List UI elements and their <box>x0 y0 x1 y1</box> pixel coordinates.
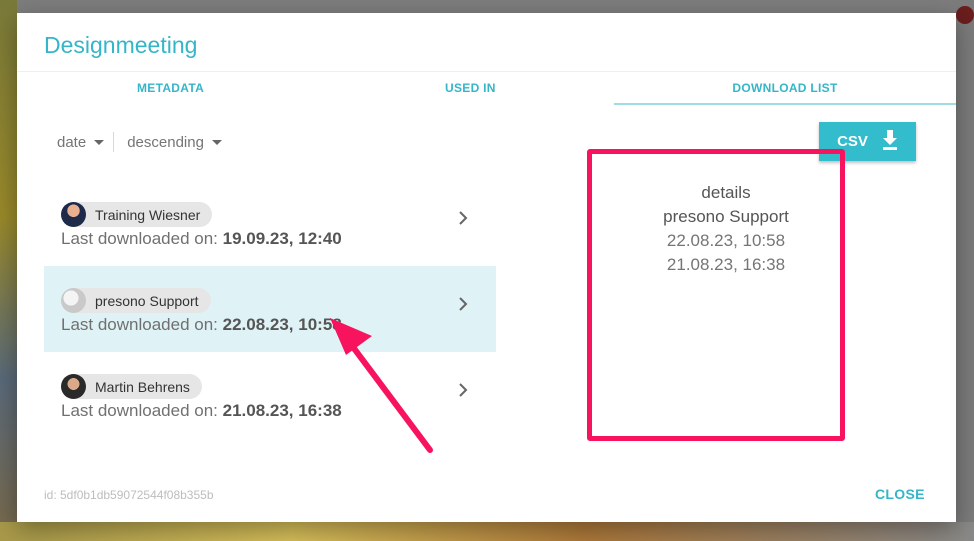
active-tab-indicator <box>614 103 956 105</box>
tab-download-list[interactable]: DOWNLOAD LIST <box>614 81 956 95</box>
last-downloaded-prefix: Last downloaded on: <box>61 401 223 420</box>
tab-bar: METADATA USED IN DOWNLOAD LIST <box>17 71 956 105</box>
last-downloaded-date: 22.08.23, 10:58 <box>222 315 342 334</box>
last-downloaded-line: Last downloaded on: 22.08.23, 10:58 <box>61 315 342 335</box>
avatar <box>61 288 86 313</box>
annotation-highlight-box <box>587 149 845 441</box>
sort-order-dropdown[interactable]: descending <box>127 134 222 151</box>
tab-metadata[interactable]: METADATA <box>71 81 271 95</box>
avatar <box>61 374 86 399</box>
dialog-title: Designmeeting <box>44 32 198 58</box>
background-avatar <box>956 6 974 24</box>
sort-divider <box>113 132 115 152</box>
download-list: Training Wiesner Last downloaded on: 19.… <box>44 180 496 438</box>
user-chip: Martin Behrens <box>61 374 202 399</box>
caret-down-icon <box>94 139 105 145</box>
close-button[interactable]: CLOSE <box>875 486 925 502</box>
avatar <box>61 202 86 227</box>
caret-down-icon <box>211 139 222 145</box>
background-header <box>17 0 956 13</box>
user-name: Training Wiesner <box>95 206 201 223</box>
user-name: presono Support <box>95 292 199 309</box>
download-list-item[interactable]: Martin Behrens Last downloaded on: 21.08… <box>44 352 496 438</box>
chevron-right-icon[interactable] <box>458 296 468 312</box>
last-downloaded-line: Last downloaded on: 19.09.23, 12:40 <box>61 229 342 249</box>
chevron-right-icon[interactable] <box>458 210 468 226</box>
user-name: Martin Behrens <box>95 378 190 395</box>
csv-button-label: CSV <box>837 133 868 150</box>
sort-order-label: descending <box>127 133 204 151</box>
last-downloaded-prefix: Last downloaded on: <box>61 315 223 334</box>
last-downloaded-date: 19.09.23, 12:40 <box>222 229 342 248</box>
sort-field-dropdown[interactable]: date <box>57 133 105 151</box>
tab-used-in[interactable]: USED IN <box>369 81 569 95</box>
document-id: id: 5df0b1db59072544f08b355b <box>44 488 214 502</box>
chevron-right-icon[interactable] <box>458 382 468 398</box>
background-bottom-strip <box>0 522 974 541</box>
last-downloaded-line: Last downloaded on: 21.08.23, 16:38 <box>61 401 342 421</box>
user-chip: presono Support <box>61 288 211 313</box>
user-chip: Training Wiesner <box>61 202 213 227</box>
last-downloaded-prefix: Last downloaded on: <box>61 229 223 248</box>
background-left-strip <box>0 0 17 541</box>
download-list-item[interactable]: Training Wiesner Last downloaded on: 19.… <box>44 180 496 266</box>
background-right-strip <box>956 0 974 541</box>
sort-field-label: date <box>57 133 87 151</box>
download-list-item[interactable]: presono Support Last downloaded on: 22.0… <box>44 266 496 352</box>
sort-controls: date descending <box>57 131 222 153</box>
download-icon <box>882 129 898 154</box>
last-downloaded-date: 21.08.23, 16:38 <box>222 401 342 420</box>
